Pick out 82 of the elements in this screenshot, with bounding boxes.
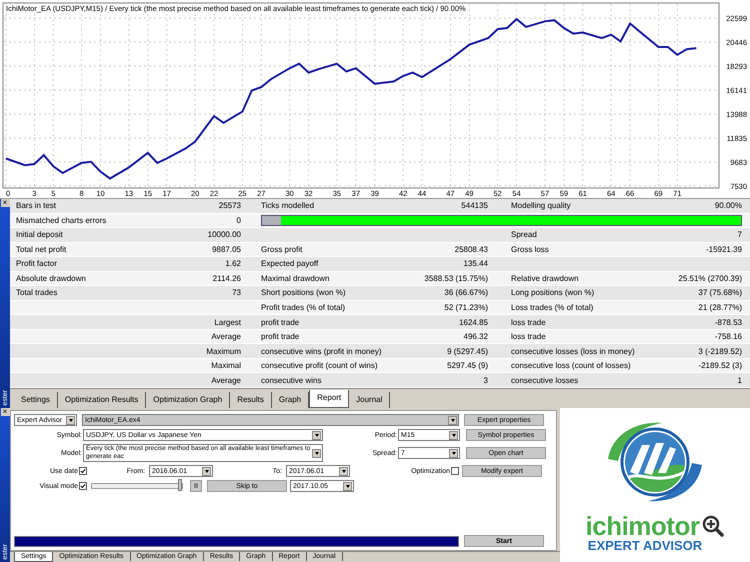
report-value: 73 (231, 288, 241, 298)
optimization-checkbox[interactable] (451, 467, 459, 475)
dropdown-arrow-icon (339, 466, 348, 476)
report-value: 36 (66.67%) (443, 288, 488, 298)
report-value: 5297.45 (9) (446, 361, 488, 370)
report-value: 3588.53 (15.75%) (423, 274, 488, 283)
dropdown-arrow-icon (202, 466, 211, 476)
report-value: 496.32 (462, 332, 488, 342)
tab[interactable]: Report (309, 390, 350, 408)
report-label: Maximal drawdown (261, 274, 330, 283)
report-label: consecutive losses (loss in money) (511, 346, 636, 356)
report-value: 21 (28.77%) (697, 302, 742, 312)
report-label: consecutive losses (511, 376, 580, 385)
report-value: 2114.26 (212, 274, 241, 283)
report-value: 0 (236, 216, 241, 225)
dropdown-arrow-icon (449, 448, 458, 458)
report-label: Average (210, 376, 241, 385)
report-value: -878.53 (714, 318, 742, 327)
report-label: Absolute drawdown (16, 274, 87, 283)
report-value: 37 (75.68%) (697, 288, 742, 298)
report-label: Maximal (210, 361, 241, 370)
report-value: 25573 (218, 201, 241, 210)
report-value: -2189.52 (3) (697, 361, 742, 370)
close-button[interactable]: × (0, 408, 10, 416)
zoom-in-icon[interactable] (702, 515, 724, 537)
close-button[interactable]: × (0, 199, 10, 207)
dropdown-arrow-icon (343, 482, 352, 490)
report-label: Total net profit (16, 244, 68, 254)
logo-tagline: EXPERT ADVISOR (588, 539, 702, 553)
report-label: Maximum (205, 346, 241, 356)
report-value: -758.16 (714, 332, 742, 342)
report-label: profit trade (261, 318, 300, 327)
report-value: 3 (482, 376, 488, 385)
report-value: 1624.85 (458, 318, 488, 327)
report-value: 52 (71.23%) (443, 302, 488, 312)
report-value: -15921.39 (704, 244, 742, 254)
report-label: consecutive profit (count of wins) (261, 361, 378, 370)
report-label: Ticks modelled (261, 201, 316, 210)
report-label: Average (210, 332, 241, 342)
report-label: Long positions (won %) (511, 288, 596, 298)
report-value: 9887.05 (211, 244, 241, 254)
report-value: 7 (736, 230, 742, 240)
report-label: profit trade (261, 332, 300, 342)
report-value: 9 (5297.45) (446, 346, 488, 356)
dropdown-arrow-icon (312, 448, 321, 458)
report-label: Largest (213, 318, 241, 327)
report-value: 3 (-2189.52) (697, 346, 742, 356)
report-label: Initial deposit (16, 230, 64, 240)
dropdown-arrow-icon (449, 430, 458, 440)
report-value: 1.62 (224, 259, 241, 268)
report-label: Bars in test (16, 201, 58, 210)
report-label: Spread (511, 230, 538, 240)
report-label: Relative drawdown (511, 274, 580, 283)
report-label: Gross loss (511, 244, 550, 254)
report-label: consecutive wins (profit in money) (261, 346, 382, 356)
report-value: 10000.00 (206, 230, 241, 240)
report-value: 544135 (460, 201, 488, 210)
report-label: loss trade (511, 332, 547, 342)
use-date-checkbox[interactable] (79, 467, 87, 475)
report-label: Short positions (won %) (261, 288, 346, 298)
report-label: consecutive loss (count of losses) (511, 361, 632, 370)
report-label: Gross profit (261, 244, 304, 254)
report-label: Profit trades (% of total) (261, 302, 346, 312)
dropdown-arrow-icon (66, 416, 75, 424)
slider-handle[interactable] (178, 479, 182, 491)
report-label: Loss trades (% of total) (511, 302, 594, 312)
report-value: 1 (736, 376, 742, 385)
report-label: Expected payoff (261, 259, 320, 268)
dropdown-arrow-icon (312, 430, 321, 440)
logo-wordmark: ichimotor (586, 513, 700, 539)
report-value: 135.44 (462, 259, 488, 268)
visual-mode-checkbox[interactable] (79, 482, 87, 490)
report-label: loss trade (511, 318, 547, 327)
dropdown-arrow-icon (448, 416, 457, 424)
report-value: 25.51% (2700.39) (677, 274, 742, 283)
report-label: Modelling quality (511, 201, 572, 210)
report-value: 90.00% (714, 201, 742, 210)
report-label: Profit factor (16, 259, 58, 268)
report-value: 25808.43 (454, 244, 488, 254)
report-label: Total trades (16, 288, 58, 298)
report-label: consecutive wins (261, 376, 322, 385)
report-label: Mismatched charts errors (16, 216, 108, 225)
